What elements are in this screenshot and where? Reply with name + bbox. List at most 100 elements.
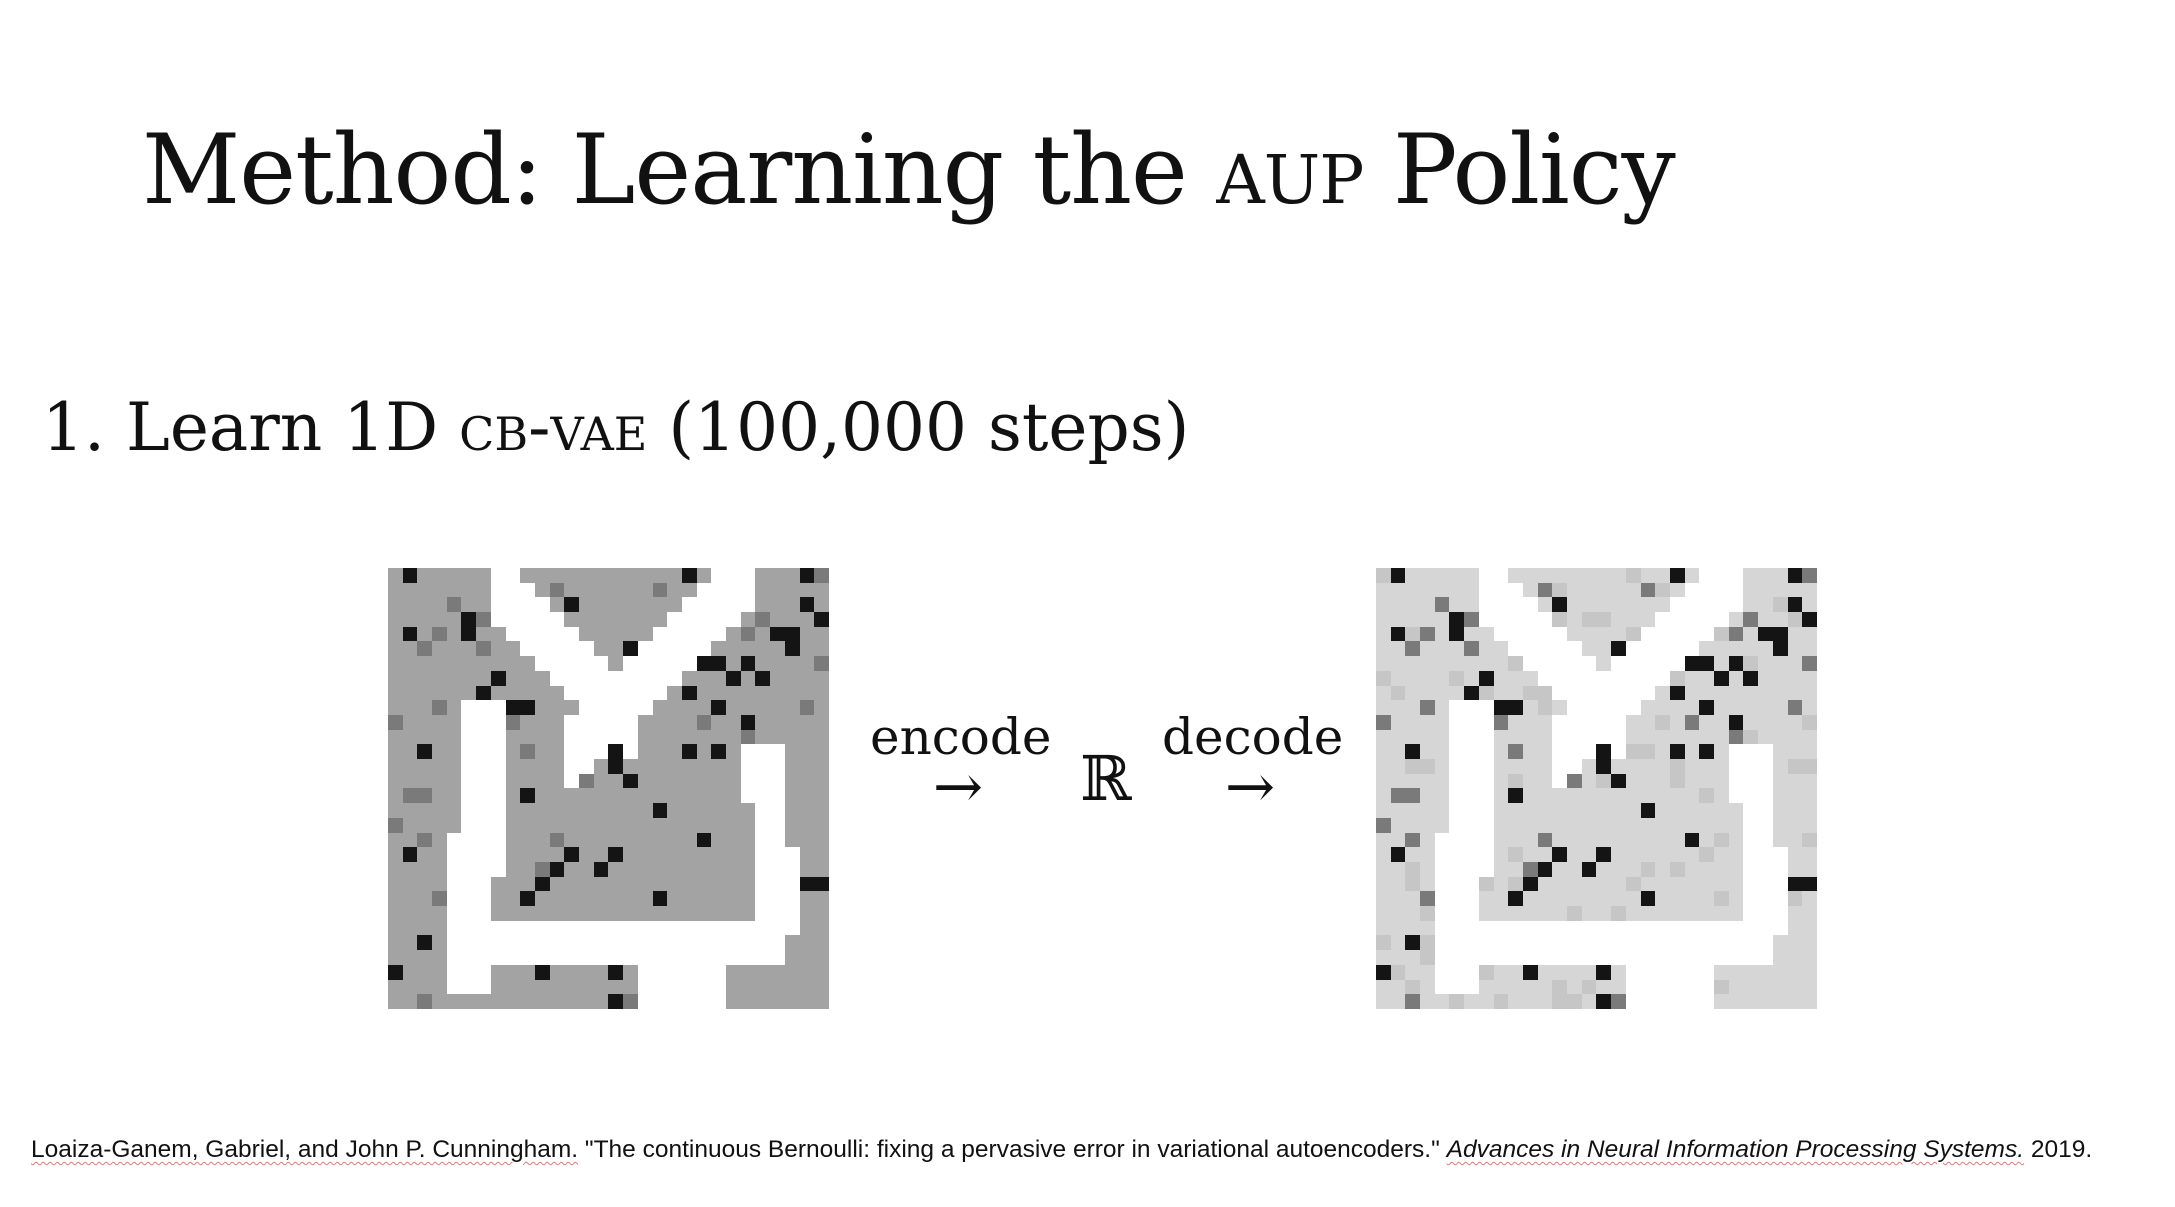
pixel-cell [1493,994,1509,1009]
pixel-cell [1802,656,1817,671]
pixel-cell [1743,964,1759,980]
pixel-cell [740,950,756,965]
pixel-cell [1390,714,1406,730]
pixel-cell [1669,906,1685,921]
pixel-cell [814,876,829,892]
pixel-cell [1390,759,1406,774]
pixel-cell [1581,964,1597,980]
pixel-cell [1655,832,1670,848]
pixel-cell [1743,641,1759,657]
pixel-cell [784,759,800,774]
pixel-cell [1802,832,1817,848]
pixel-cell [1728,935,1744,951]
pixel-cell [799,964,815,980]
pixel-cell [534,714,550,730]
pixel-cell [1464,950,1479,965]
decode-arrow-icon: → [1224,752,1276,822]
pixel-cell [1802,744,1817,760]
pixel-cell [1552,612,1568,627]
pixel-cell [1420,759,1435,774]
pixel-cell [755,744,771,760]
pixel-cell [549,950,565,965]
pixel-cell [1420,641,1435,657]
pixel-cell [1625,670,1641,686]
pixel-cell [1478,803,1494,818]
pixel-cell [1625,817,1641,833]
pixel-cell [1758,994,1773,1009]
pixel-cell [534,803,550,818]
pixel-cell [623,685,638,701]
pixel-cell [637,979,653,995]
pixel-cell [696,626,712,642]
pixel-cell [1699,979,1715,995]
pixel-cell [1743,876,1759,892]
pixel-cell [1728,597,1744,613]
pixel-cell [1449,626,1465,642]
pixel-cell [1434,803,1450,818]
pixel-cell [1405,861,1421,877]
pixel-cell [711,597,727,613]
pixel-cell [593,641,609,657]
pixel-cell [1376,832,1391,848]
pixel-cell [1581,685,1597,701]
pixel-cell [1390,568,1406,583]
pixel-cell [711,817,727,833]
pixel-cell [1434,994,1450,1009]
pixel-cell [432,994,447,1009]
pixel-cell [1434,612,1450,627]
pixel-cell [1376,729,1391,745]
pixel-cell [1376,641,1391,657]
pixel-cell [755,788,771,804]
pixel-cell [1493,803,1509,818]
pixel-cell [1581,832,1597,848]
pixel-cell [1376,876,1391,892]
pixel-cell [579,568,594,583]
pixel-cell [1537,891,1553,907]
pixel-cell [1787,906,1803,921]
pixel-cell [652,964,668,980]
pixel-cell [1714,817,1729,833]
pixel-cell [1478,759,1494,774]
pixel-cell [740,788,756,804]
pixel-cell [1420,920,1435,936]
pixel-cell [1420,670,1435,686]
pixel-cell [1684,847,1700,862]
pixel-cell [784,950,800,965]
pixel-cell [402,744,418,760]
pixel-cell [417,626,433,642]
pixel-cell [1772,876,1788,892]
pixel-cell [549,641,565,657]
pixel-cell [1787,788,1803,804]
pixel-cell [1581,950,1597,965]
pixel-cell [520,612,535,627]
pixel-cell [549,979,565,995]
pixel-cell [740,935,756,951]
pixel-cell [1537,994,1553,1009]
pixel-cell [1684,803,1700,818]
pixel-cell [461,788,477,804]
pixel-cell [637,759,653,774]
pixel-cell [740,656,756,671]
pixel-cell [1684,729,1700,745]
pixel-cell [388,964,403,980]
pixel-cell [476,714,491,730]
pixel-cell [579,935,594,951]
pixel-cell [1376,891,1391,907]
pixel-cell [461,950,477,965]
pixel-cell [1699,832,1715,848]
pixel-cell [652,803,668,818]
pixel-cell [1596,670,1612,686]
reconstruction-image [1376,568,1817,1009]
pixel-cell [1390,626,1406,642]
pixel-cell [1684,861,1700,877]
pixel-cell [1714,994,1729,1009]
pixel-cell [667,582,682,598]
pixel-cell [1625,906,1641,921]
pixel-cell [461,994,477,1009]
pixel-cell [1640,788,1656,804]
pixel-cell [799,729,815,745]
pixel-cell [1611,773,1626,789]
pixel-cell [505,612,521,627]
pixel-cell [1464,670,1479,686]
pixel-cell [1728,729,1744,745]
